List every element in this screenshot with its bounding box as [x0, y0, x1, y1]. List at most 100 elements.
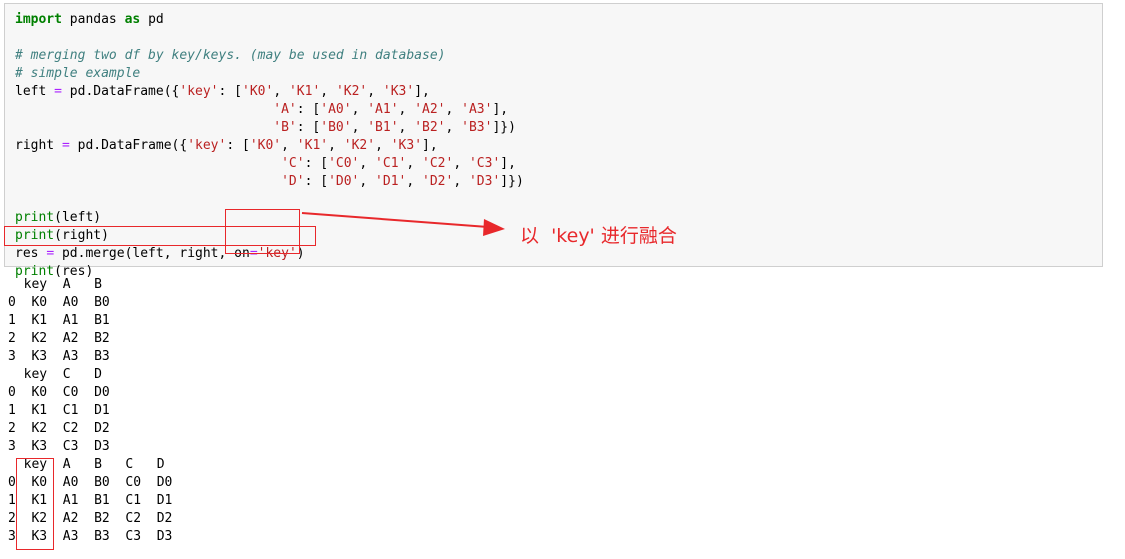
code-token: 'key': [179, 84, 219, 99]
code-line[interactable]: import pandas as pd: [15, 11, 164, 29]
code-token: 'C2': [422, 156, 454, 171]
code-token: : [: [304, 156, 329, 171]
on-key-highlight: [225, 209, 300, 254]
output-line: 2 K2 A2 B2: [8, 331, 110, 346]
output-line: 1 K1 A1 B1: [8, 313, 110, 328]
code-line[interactable]: print(left): [15, 209, 101, 227]
code-token: ,: [398, 120, 415, 135]
code-token: 'A2': [414, 102, 446, 117]
code-token: 'K2': [335, 84, 368, 99]
code-token: : [: [226, 138, 250, 153]
code-token: # merging two df by key/keys. (may be us…: [15, 48, 446, 63]
code-line[interactable]: left = pd.DataFrame({'key': ['K0', 'K1',…: [15, 83, 430, 101]
code-token: 'D': [281, 174, 305, 189]
code-token: 'K3': [390, 138, 423, 153]
code-token: 'C0': [328, 156, 360, 171]
code-token: 'K0': [242, 84, 274, 99]
code-token: 'D1': [375, 174, 407, 189]
code-token: : [: [304, 174, 329, 189]
code-token: 'K2': [343, 138, 376, 153]
annotation-arrow-icon: [301, 212, 505, 236]
code-token: ,: [359, 156, 376, 171]
code-token: ],: [492, 102, 509, 117]
code-token: import: [15, 12, 62, 27]
code-token: 'key': [187, 138, 227, 153]
output-line: 3 K3 A3 B3: [8, 349, 110, 364]
code-token: pd: [140, 12, 164, 27]
code-token: res: [15, 246, 47, 261]
code-token: : [: [296, 120, 321, 135]
output-line: 2 K2 C2 D2: [8, 421, 110, 436]
code-token: 'K0': [249, 138, 282, 153]
code-token: ,: [273, 84, 289, 99]
code-token: ,: [281, 138, 297, 153]
code-token: ,: [351, 102, 368, 117]
code-token: ,: [453, 156, 469, 171]
code-token: 'K1': [288, 84, 321, 99]
code-token: =: [46, 246, 55, 261]
output-line: 0 K0 A0 B0: [8, 295, 110, 310]
code-token: 'B2': [414, 120, 446, 135]
code-token: ]}): [500, 174, 524, 189]
output-line: 0 K0 C0 D0: [8, 385, 110, 400]
code-token: ],: [422, 138, 438, 153]
code-token: ,: [453, 174, 469, 189]
code-token: 'K3': [382, 84, 415, 99]
code-token: ,: [445, 102, 462, 117]
code-token: 'K1': [296, 138, 329, 153]
code-line[interactable]: right = pd.DataFrame({'key': ['K0', 'K1'…: [15, 137, 438, 155]
annotation-text: 以 'key' 进行融合: [520, 225, 677, 247]
code-token: =: [54, 84, 62, 99]
code-token: 'D3': [468, 174, 501, 189]
code-token: ],: [414, 84, 430, 99]
code-token: : [: [296, 102, 321, 117]
code-token: ]}): [492, 120, 516, 135]
code-token: print: [15, 210, 55, 225]
result-key-column-highlight: [16, 458, 54, 550]
code-line[interactable]: # simple example: [15, 65, 140, 83]
code-token: right: [15, 138, 62, 153]
code-token: # simple example: [15, 66, 141, 81]
output-line: key C D: [8, 367, 102, 382]
code-token: pd.DataFrame({: [69, 138, 188, 153]
code-token: 'A1': [367, 102, 399, 117]
code-line[interactable]: 'C': ['C0', 'C1', 'C2', 'C3'],: [15, 155, 516, 173]
code-token: pandas: [61, 12, 125, 27]
code-token: 'B0': [320, 120, 352, 135]
code-token: 'C3': [468, 156, 501, 171]
code-token: 'D2': [422, 174, 454, 189]
code-token: 'C1': [375, 156, 407, 171]
output-line: 1 K1 C1 D1: [8, 403, 110, 418]
code-token: ,: [398, 102, 415, 117]
code-token: 'A3': [461, 102, 493, 117]
code-line[interactable]: 'D': ['D0', 'D1', 'D2', 'D3']}): [15, 173, 524, 191]
code-token: as: [124, 12, 141, 27]
code-token: ,: [359, 174, 376, 189]
code-token: ,: [328, 138, 344, 153]
output-line: key A B: [8, 277, 102, 292]
code-line[interactable]: # merging two df by key/keys. (may be us…: [15, 47, 445, 65]
code-token: ,: [406, 174, 423, 189]
code-token: ],: [500, 156, 516, 171]
code-token: ,: [351, 120, 368, 135]
code-token: ,: [445, 120, 462, 135]
code-token: ,: [367, 84, 383, 99]
code-token: 'A0': [320, 102, 352, 117]
code-token: pd.DataFrame({: [61, 84, 180, 99]
code-token: ,: [320, 84, 336, 99]
code-token: pd.merge(left, right, on: [54, 246, 250, 261]
code-line[interactable]: 'B': ['B0', 'B1', 'B2', 'B3']}): [15, 119, 516, 137]
code-token: ,: [406, 156, 423, 171]
code-token: left: [15, 84, 55, 99]
code-token: ,: [375, 138, 391, 153]
code-line[interactable]: 'A': ['A0', 'A1', 'A2', 'A3'],: [15, 101, 508, 119]
code-token: 'A': [273, 102, 297, 117]
output-line: 3 K3 C3 D3: [8, 439, 110, 454]
code-token: 'B3': [461, 120, 493, 135]
code-token: 'B': [273, 120, 297, 135]
code-token: (left): [54, 210, 102, 225]
code-token: 'D0': [328, 174, 360, 189]
